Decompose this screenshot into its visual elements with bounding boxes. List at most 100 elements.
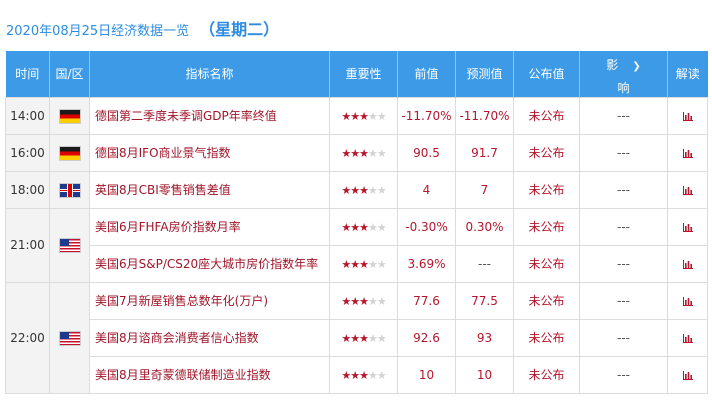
table-row: 22:00 美国7月新屋销售总数年化(万户) ★★★★★ 77.6 77.5 未公布 --- [5, 281, 708, 394]
influence-value: --- [579, 207, 668, 246]
table-row: 18:00 英国8月CBI零售销售差值 ★★★★★ 4 7 未公布 --- [5, 170, 708, 209]
previous-value: 4 [397, 170, 456, 209]
bar-chart-icon[interactable] [682, 221, 693, 234]
table-row: 14:00 德国第二季度未季调GDP年率终值 ★★★★★ -11.70% -11.70%… [5, 96, 708, 135]
table-row: 美国8月里奇蒙德联储制造业指数 ★★★★★ 10 10 未公布 --- [6, 355, 708, 394]
actual-value: 未公布 [513, 355, 580, 394]
region-cell [49, 133, 90, 172]
influence-label-top: 影 [606, 57, 619, 72]
bar-chart-icon[interactable] [682, 147, 693, 160]
date-title: 2020年08月25日经济数据一览 [6, 24, 190, 39]
table-row: 美国6月S&P/CS20座大城市房价指数年率 ★★★★★ 3.69% --- 未公布 --… [6, 244, 708, 283]
star-filled-icon: ★ [350, 109, 360, 123]
region-cell [49, 96, 90, 135]
table-row: 美国8月谘商会消费者信心指数 ★★★★★ 92.6 93 未公布 --- [6, 318, 708, 357]
col-actual: 公布值 [513, 51, 580, 97]
indicator-link[interactable]: 美国6月S&P/CS20座大城市房价指数年率 [89, 244, 330, 283]
interpret-cell[interactable] [667, 207, 708, 246]
star-filled-icon: ★ [350, 146, 360, 160]
time-cell: 22:00 [5, 281, 50, 394]
indicator-link[interactable]: 美国6月FHFA房价指数月率 [89, 207, 330, 246]
influence-value: --- [579, 170, 668, 209]
col-interpret: 解读 [675, 67, 700, 82]
star-filled-icon: ★ [341, 257, 351, 271]
previous-value: 10 [397, 355, 456, 394]
importance-stars: ★★★★★ [329, 281, 398, 320]
influence-value: --- [579, 244, 668, 283]
star-empty-icon: ★ [367, 368, 378, 382]
interpret-cell[interactable] [667, 170, 708, 209]
bar-chart-icon[interactable] [682, 369, 693, 382]
previous-value: 90.5 [397, 133, 456, 172]
interpret-cell[interactable] [667, 244, 708, 283]
col-time: 时间 [5, 51, 50, 97]
previous-value: 92.6 [397, 318, 456, 357]
indicator-link[interactable]: 德国8月IFO商业景气指数 [89, 133, 330, 172]
forecast-value: -11.70% [455, 96, 514, 135]
col-region: 国/区 [49, 51, 90, 97]
influence-label-bottom: 响 [617, 80, 630, 95]
previous-value: 77.6 [397, 281, 456, 320]
importance-stars: ★★★★★ [329, 355, 398, 394]
actual-value: 未公布 [513, 96, 580, 135]
weekday-title: （星期二） [199, 20, 280, 39]
influence-value: --- [579, 96, 668, 135]
previous-value: -0.30% [397, 207, 456, 246]
forecast-value: 93 [455, 318, 514, 357]
interpret-cell[interactable] [667, 355, 708, 394]
col-influence-dropdown[interactable]: 影 ❯ 响 [579, 51, 668, 97]
chevron-down-icon[interactable]: ❯ [632, 61, 640, 72]
previous-value: 3.69% [397, 244, 456, 283]
forecast-value: 7 [455, 170, 514, 209]
region-cell [49, 281, 90, 394]
star-filled-icon: ★ [350, 368, 360, 382]
time-cell: 14:00 [5, 96, 50, 135]
actual-value: 未公布 [513, 133, 580, 172]
interpret-cell[interactable] [667, 281, 708, 320]
col-importance: 重要性 [329, 51, 398, 97]
time-cell: 21:00 [5, 207, 50, 283]
col-indicator: 指标名称 [89, 51, 330, 97]
bar-chart-icon[interactable] [682, 110, 693, 123]
germany-flag-icon [59, 109, 80, 123]
time-cell: 16:00 [5, 133, 50, 172]
star-filled-icon: ★ [341, 109, 351, 123]
interpret-cell[interactable] [667, 133, 708, 172]
star-filled-icon: ★ [359, 257, 369, 271]
indicator-link[interactable]: 德国第二季度未季调GDP年率终值 [89, 96, 330, 135]
star-empty-icon: ★ [376, 257, 387, 271]
star-empty-icon: ★ [376, 146, 387, 160]
forecast-value: 10 [455, 355, 514, 394]
influence-value: --- [579, 281, 668, 320]
col-forecast: 预测值 [455, 51, 514, 97]
interpret-cell[interactable] [667, 96, 708, 135]
indicator-link[interactable]: 英国8月CBI零售销售差值 [89, 170, 330, 209]
table-header: 时间 国/区 指标名称 重要性 前值 预测值 公布值 影 ❯ 响 解读 [5, 51, 708, 97]
star-filled-icon: ★ [341, 183, 351, 197]
time-cell: 18:00 [5, 170, 50, 209]
interpret-cell[interactable] [667, 318, 708, 357]
bar-chart-icon[interactable] [682, 184, 693, 197]
forecast-value: --- [455, 244, 514, 283]
star-filled-icon: ★ [341, 368, 351, 382]
indicator-link[interactable]: 美国8月谘商会消费者信心指数 [89, 318, 330, 357]
indicator-link[interactable]: 美国8月里奇蒙德联储制造业指数 [89, 355, 330, 394]
importance-stars: ★★★★★ [329, 133, 398, 172]
page-title: 2020年08月25日经济数据一览 （星期二） [6, 16, 280, 39]
us-flag-icon [59, 239, 80, 252]
bar-chart-icon[interactable] [682, 258, 693, 271]
bar-chart-icon[interactable] [682, 295, 693, 308]
star-filled-icon: ★ [341, 331, 351, 345]
star-filled-icon: ★ [350, 220, 360, 234]
col-previous: 前值 [397, 51, 456, 97]
star-filled-icon: ★ [359, 368, 369, 382]
importance-stars: ★★★★★ [329, 170, 398, 209]
star-empty-icon: ★ [367, 146, 378, 160]
star-empty-icon: ★ [367, 257, 378, 271]
forecast-value: 91.7 [455, 133, 514, 172]
indicator-link[interactable]: 美国7月新屋销售总数年化(万户) [89, 281, 330, 320]
star-empty-icon: ★ [376, 294, 387, 308]
influence-value: --- [579, 318, 668, 357]
bar-chart-icon[interactable] [682, 332, 693, 345]
star-empty-icon: ★ [376, 368, 387, 382]
